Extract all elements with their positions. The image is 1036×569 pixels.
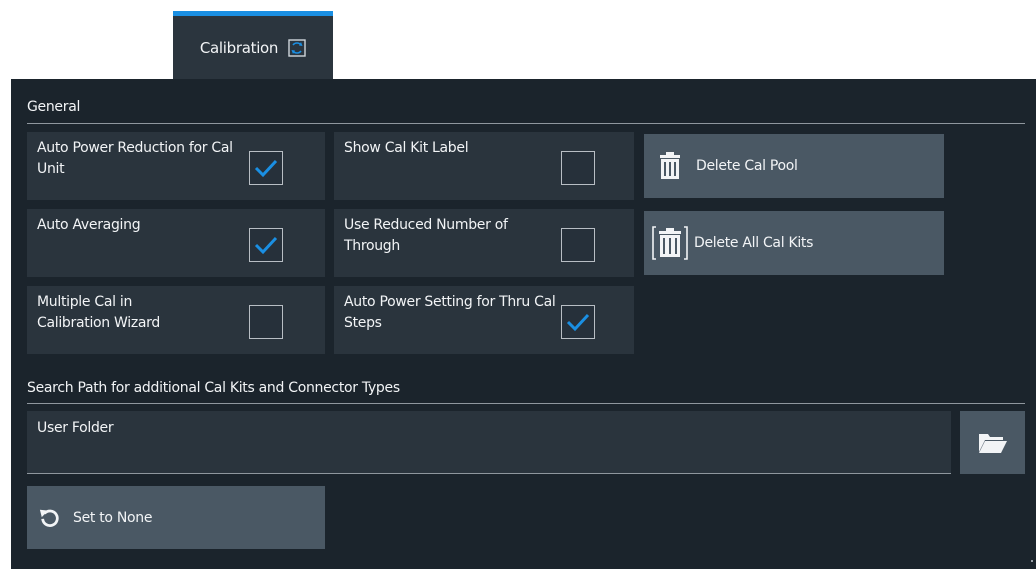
search-path-separator [27, 403, 1025, 404]
auto-power-reduction-checkbox[interactable] [249, 151, 283, 185]
user-folder-field[interactable]: User Folder [27, 411, 951, 474]
option-multiple-cal[interactable]: Multiple Cal in Calibration Wizard [27, 286, 325, 354]
checkmark-icon [254, 236, 278, 255]
option-label: Multiple Cal in Calibration Wizard [37, 294, 160, 331]
option-show-cal-kit-label[interactable]: Show Cal Kit Label [334, 132, 634, 200]
set-to-none-button[interactable]: Set to None [27, 486, 325, 549]
tab-calibration-label: Calibration [199, 39, 279, 57]
delete-all-cal-kits-button[interactable]: Delete All Cal Kits [644, 211, 944, 275]
resize-grip [1031, 560, 1033, 562]
option-label: Show Cal Kit Label [344, 140, 469, 156]
delete-all-cal-kits-label: Delete All Cal Kits [694, 235, 814, 251]
set-to-none-label: Set to None [73, 509, 153, 526]
delete-cal-pool-button[interactable]: Delete Cal Pool [644, 134, 944, 198]
folder-open-icon [978, 431, 1008, 455]
show-cal-kit-label-checkbox[interactable] [561, 151, 595, 185]
option-label: Auto Power Reduction for Cal Unit [37, 140, 233, 177]
browse-folder-button[interactable] [960, 411, 1025, 474]
checkmark-icon [254, 159, 278, 178]
user-folder-input[interactable] [37, 445, 937, 467]
general-separator [27, 123, 1025, 124]
option-auto-power-reduction[interactable]: Auto Power Reduction for Cal Unit [27, 132, 325, 200]
option-use-reduced-number-of-through[interactable]: Use Reduced Number of Through [334, 209, 634, 277]
search-path-section-title: Search Path for additional Cal Kits and … [27, 380, 400, 396]
use-reduced-number-checkbox[interactable] [561, 228, 595, 262]
trash-icon [658, 152, 682, 180]
option-label: Auto Averaging [37, 217, 141, 233]
calibration-tab-icon [288, 39, 306, 57]
option-label: Use Reduced Number of Through [344, 217, 508, 254]
checkmark-icon [566, 313, 590, 332]
auto-power-setting-checkbox[interactable] [561, 305, 595, 339]
delete-cal-pool-label: Delete Cal Pool [696, 158, 798, 174]
multiple-cal-checkbox[interactable] [249, 305, 283, 339]
general-section-title: General [27, 99, 81, 115]
option-label: Auto Power Setting for Thru Cal Steps [344, 294, 556, 331]
user-folder-label: User Folder [37, 420, 114, 436]
option-auto-averaging[interactable]: Auto Averaging [27, 209, 325, 277]
auto-averaging-checkbox[interactable] [249, 228, 283, 262]
trash-all-icon [652, 225, 688, 261]
tab-calibration[interactable]: Calibration [173, 11, 333, 80]
option-auto-power-setting-thru[interactable]: Auto Power Setting for Thru Cal Steps [334, 286, 634, 354]
undo-icon [39, 507, 61, 529]
